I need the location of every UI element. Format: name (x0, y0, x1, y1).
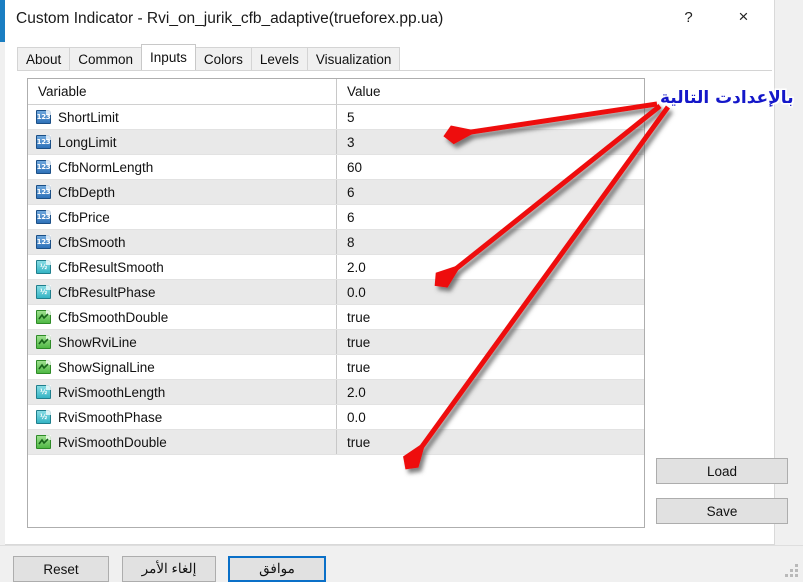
variable-cell: 123 CfbPrice (28, 205, 337, 229)
table-row[interactable]: ½ CfbResultPhase 0.0 (28, 280, 644, 305)
variable-name: RviSmoothDouble (58, 434, 167, 450)
dialog-window-root: Custom Indicator - Rvi_on_jurik_cfb_adap… (0, 0, 803, 582)
bool-param-icon (36, 434, 51, 450)
table-row[interactable]: 123 CfbNormLength 60 (28, 155, 644, 180)
tab-colors[interactable]: Colors (194, 47, 252, 70)
table-row[interactable]: 123 LongLimit 3 (28, 130, 644, 155)
value-cell[interactable]: 6 (337, 180, 644, 204)
int-param-icon: 123 (36, 234, 51, 250)
variable-name: CfbResultSmooth (58, 259, 164, 275)
variable-cell: 123 LongLimit (28, 130, 337, 154)
tab-levels[interactable]: Levels (250, 47, 308, 70)
int-param-icon: 123 (36, 184, 51, 200)
double-param-icon: ½ (36, 384, 51, 400)
column-header-variable: Variable (28, 79, 337, 104)
int-param-icon: 123 (36, 209, 51, 225)
variable-name: RviSmoothLength (58, 384, 166, 400)
table-row[interactable]: CfbSmoothDouble true (28, 305, 644, 330)
tab-underline (17, 70, 772, 71)
variable-name: CfbNormLength (58, 159, 154, 175)
variable-cell: 123 CfbSmooth (28, 230, 337, 254)
grid-header-row: Variable Value (28, 79, 644, 105)
footer-bar: Reset إلغاء الأمر موافق (0, 546, 803, 582)
tab-strip: About Common Inputs Colors Levels Visualizati… (17, 44, 401, 70)
variable-cell: 123 ShortLimit (28, 105, 337, 129)
int-param-icon: 123 (36, 109, 51, 125)
double-param-icon: ½ (36, 259, 51, 275)
save-button[interactable]: Save (656, 498, 788, 524)
variable-name: RviSmoothPhase (58, 409, 163, 425)
ok-button[interactable]: موافق (228, 556, 326, 582)
int-param-icon: 123 (36, 134, 51, 150)
value-cell[interactable]: 8 (337, 230, 644, 254)
resize-grip-icon[interactable] (785, 564, 798, 577)
value-cell[interactable]: 0.0 (337, 405, 644, 429)
variable-name: CfbDepth (58, 184, 116, 200)
variable-cell: RviSmoothDouble (28, 430, 337, 454)
table-row[interactable]: 123 ShortLimit 5 (28, 105, 644, 130)
variable-cell: ½ CfbResultSmooth (28, 255, 337, 279)
variable-cell: ShowRviLine (28, 330, 337, 354)
table-row[interactable]: ShowRviLine true (28, 330, 644, 355)
table-row[interactable]: 123 CfbSmooth 8 (28, 230, 644, 255)
variable-cell: ½ RviSmoothPhase (28, 405, 337, 429)
table-row[interactable]: ShowSignalLine true (28, 355, 644, 380)
grid-body: 123 ShortLimit 5 123 LongLimit 3 123 CfbNormLen… (28, 105, 644, 455)
value-cell[interactable]: 6 (337, 205, 644, 229)
table-row[interactable]: ½ RviSmoothPhase 0.0 (28, 405, 644, 430)
help-button[interactable]: ? (666, 0, 711, 34)
bool-param-icon (36, 359, 51, 375)
value-cell[interactable]: true (337, 305, 644, 329)
reset-button[interactable]: Reset (13, 556, 109, 582)
close-button[interactable]: × (721, 0, 766, 34)
int-param-icon: 123 (36, 159, 51, 175)
window-title: Custom Indicator - Rvi_on_jurik_cfb_adap… (16, 10, 444, 27)
variable-name: ShowRviLine (58, 334, 137, 350)
variable-name: CfbResultPhase (58, 284, 156, 300)
variable-cell: ½ CfbResultPhase (28, 280, 337, 304)
double-param-icon: ½ (36, 284, 51, 300)
variable-name: CfbPrice (58, 209, 110, 225)
variable-name: LongLimit (58, 134, 117, 150)
value-cell[interactable]: true (337, 330, 644, 354)
tab-inputs[interactable]: Inputs (141, 44, 196, 70)
title-bar: Custom Indicator - Rvi_on_jurik_cfb_adap… (5, 0, 774, 41)
column-header-value: Value (347, 84, 381, 99)
tab-common[interactable]: Common (69, 47, 143, 70)
variable-name: CfbSmooth (58, 234, 126, 250)
value-cell[interactable]: true (337, 430, 644, 454)
value-cell[interactable]: 60 (337, 155, 644, 179)
variable-name: ShowSignalLine (58, 359, 155, 375)
cancel-button[interactable]: إلغاء الأمر (122, 556, 216, 582)
variable-cell: CfbSmoothDouble (28, 305, 337, 329)
tab-about[interactable]: About (17, 47, 71, 70)
table-row[interactable]: 123 CfbDepth 6 (28, 180, 644, 205)
variable-name: CfbSmoothDouble (58, 309, 169, 325)
value-cell[interactable]: 3 (337, 130, 644, 154)
table-row[interactable]: 123 CfbPrice 6 (28, 205, 644, 230)
value-cell[interactable]: 2.0 (337, 255, 644, 279)
value-cell[interactable]: 0.0 (337, 280, 644, 304)
bool-param-icon (36, 309, 51, 325)
value-cell[interactable]: 2.0 (337, 380, 644, 404)
variable-cell: ShowSignalLine (28, 355, 337, 379)
variable-cell: 123 CfbDepth (28, 180, 337, 204)
bool-param-icon (36, 334, 51, 350)
variable-name: ShortLimit (58, 109, 119, 125)
tab-visualization[interactable]: Visualization (306, 47, 401, 70)
variable-cell: ½ RviSmoothLength (28, 380, 337, 404)
table-row[interactable]: RviSmoothDouble true (28, 430, 644, 455)
custom-indicator-dialog: Custom Indicator - Rvi_on_jurik_cfb_adap… (5, 0, 788, 545)
inputs-parameter-grid[interactable]: Variable Value 123 ShortLimit 5 123 LongLimi… (27, 78, 645, 528)
annotation-text: بالإعدادت التالية (660, 88, 794, 108)
variable-cell: 123 CfbNormLength (28, 155, 337, 179)
table-row[interactable]: ½ CfbResultSmooth 2.0 (28, 255, 644, 280)
double-param-icon: ½ (36, 409, 51, 425)
table-row[interactable]: ½ RviSmoothLength 2.0 (28, 380, 644, 405)
load-button[interactable]: Load (656, 458, 788, 484)
value-cell[interactable]: true (337, 355, 644, 379)
value-cell[interactable]: 5 (337, 105, 644, 129)
